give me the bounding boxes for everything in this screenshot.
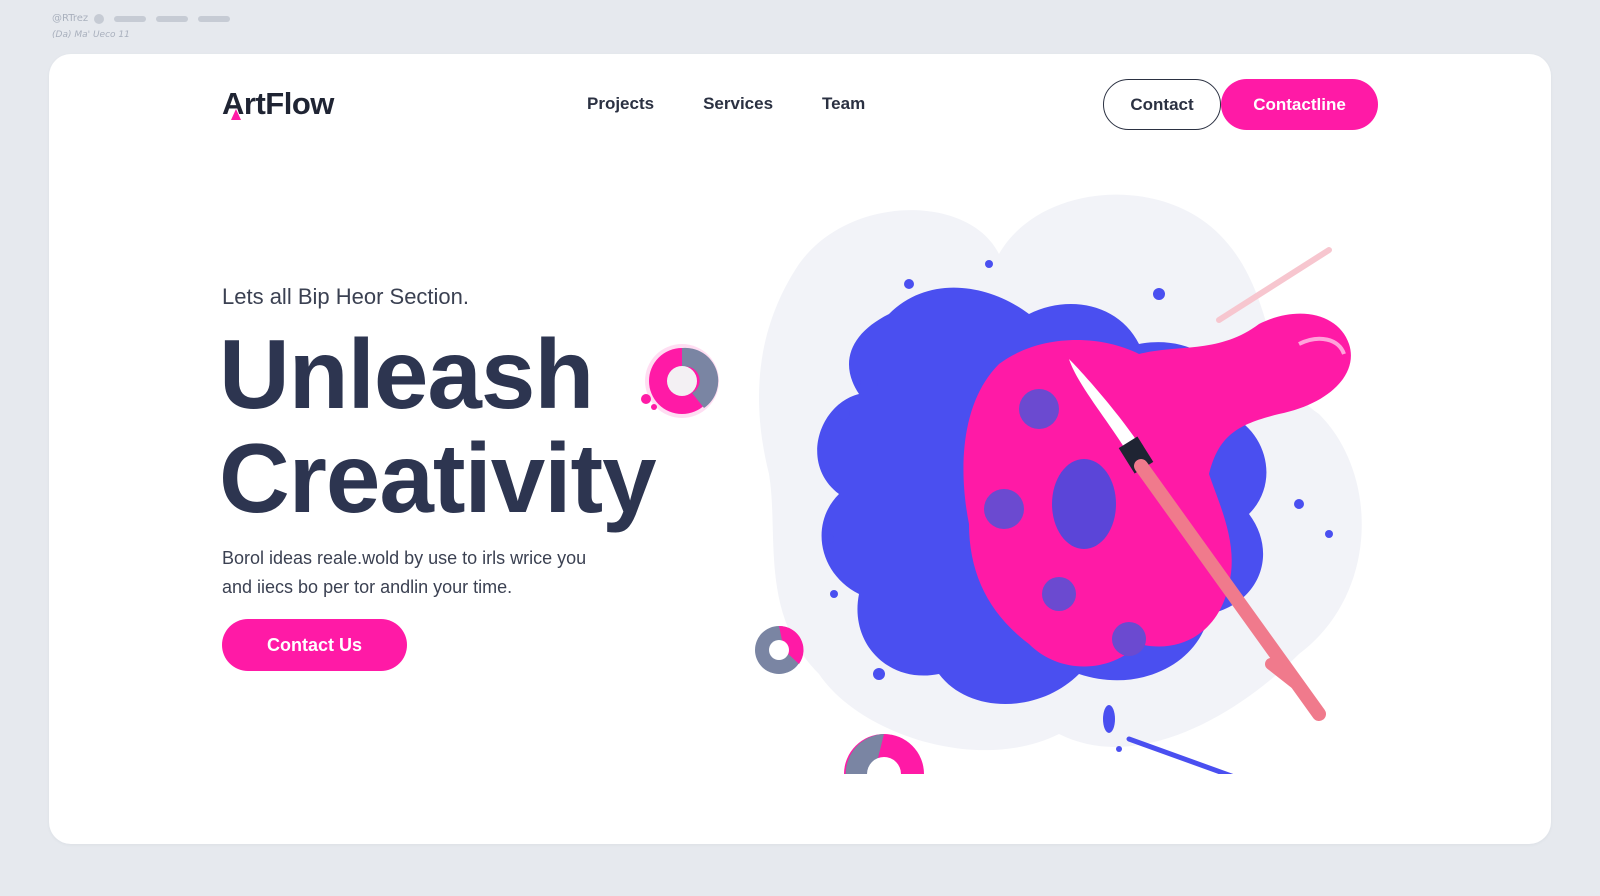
paint-palette-illustration (755, 194, 1362, 774)
contactline-button[interactable]: Contactline (1221, 79, 1378, 130)
system-status-strip: @RTrez (Da) Ma' Ueco 11 (52, 12, 231, 42)
headline-line-1: Unleash (219, 319, 594, 429)
hero-headline: Unleash Creativity (219, 319, 657, 533)
donut-icon (844, 734, 924, 774)
hero-eyebrow: Lets all Bip Heor Section. (222, 284, 470, 309)
page-card: ArtFlow Projects Services Team Contact C… (49, 54, 1551, 844)
headline-line-2: Creativity (219, 423, 657, 533)
nav-links: Projects Services Team (587, 94, 914, 114)
top-nav: ArtFlow Projects Services Team Contact C… (49, 54, 1551, 158)
contact-us-button[interactable]: Contact Us (222, 619, 407, 671)
nav-link-services[interactable]: Services (703, 94, 773, 114)
status-subtext: (Da) Ma' Ueco 11 (52, 30, 130, 40)
nav-link-team[interactable]: Team (822, 94, 865, 114)
description-line-1: Borol ideas reale.wold by use to irls wr… (222, 548, 587, 568)
donut-icon (641, 344, 719, 418)
contact-button[interactable]: Contact (1103, 79, 1221, 130)
logo-text: ArtFlow (222, 86, 334, 121)
nav-link-projects[interactable]: Projects (587, 94, 654, 114)
status-bar-icon (156, 16, 189, 22)
donut-icon (755, 625, 804, 674)
status-bar-icon (198, 16, 231, 22)
description-line-2: and iiecs bo per tor andlin your time. (222, 577, 513, 597)
hero-description: Borol ideas reale.wold by use to irls wr… (222, 544, 652, 602)
logo[interactable]: ArtFlow (222, 86, 334, 122)
status-dot-icon (94, 14, 105, 24)
status-text: @RTrez (52, 13, 89, 24)
status-bar-icon (114, 16, 147, 22)
